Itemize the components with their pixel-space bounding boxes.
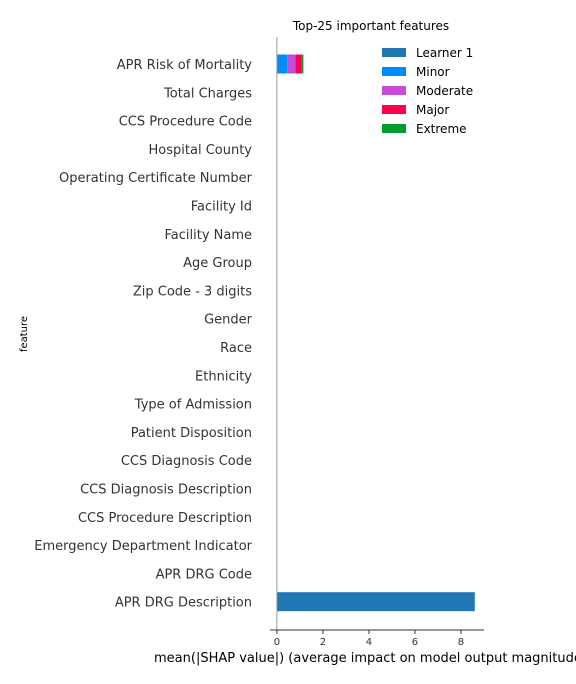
chart-title: Top-25 important features	[292, 19, 449, 33]
y-tick-label: APR DRG Code	[156, 567, 252, 582]
legend-swatch	[382, 67, 406, 76]
legend: Learner 1 Minor Moderate Major Extreme	[382, 46, 473, 136]
legend-swatch	[382, 48, 406, 57]
y-tick-label: Total Charges	[163, 86, 252, 101]
y-tick-label: Zip Code - 3 digits	[133, 284, 252, 299]
legend-label: Extreme	[416, 122, 467, 136]
x-axis-label: mean(|SHAP value|) (average impact on mo…	[154, 651, 576, 666]
y-tick-label: CCS Diagnosis Description	[80, 483, 252, 498]
x-tick-label: 6	[412, 637, 418, 648]
y-tick-label: Patient Disposition	[131, 426, 252, 441]
x-tick-label: 0	[274, 637, 280, 648]
y-tick-label: Type of Admission	[134, 398, 252, 413]
y-tick-label: Operating Certificate Number	[59, 171, 253, 186]
y-tick-label: CCS Procedure Code	[119, 115, 252, 130]
legend-swatch	[382, 124, 406, 133]
y-tick-label: Ethnicity	[195, 369, 252, 384]
legend-swatch	[382, 105, 406, 114]
x-tick-label: 4	[366, 637, 372, 648]
y-tick-label: APR Risk of Mortality	[117, 58, 253, 73]
legend-label: Moderate	[416, 84, 473, 98]
bar	[295, 54, 302, 74]
y-axis-label: feature	[19, 316, 30, 352]
shap-bar-chart: Top-25 important features feature mean(|…	[19, 19, 576, 666]
y-tick-label: Facility Id	[191, 200, 252, 215]
y-tick-label: CCS Diagnosis Code	[121, 454, 252, 469]
bar	[276, 592, 475, 612]
y-tick-label: APR DRG Description	[115, 596, 252, 611]
legend-label: Minor	[416, 65, 450, 79]
y-tick-label: Hospital County	[149, 143, 253, 158]
y-tick-label: Emergency Department Indicator	[34, 539, 252, 554]
bar	[276, 54, 288, 74]
x-tick-label: 8	[458, 637, 464, 648]
legend-label: Major	[416, 103, 449, 117]
x-tick-label: 2	[320, 637, 326, 648]
y-tick-label: Race	[220, 341, 252, 356]
y-tick-label: Facility Name	[164, 228, 252, 243]
bar	[287, 54, 296, 74]
y-tick-label: Gender	[204, 313, 253, 328]
y-tick-label: Age Group	[183, 256, 252, 271]
y-tick-label: CCS Procedure Description	[78, 511, 252, 526]
bar	[301, 54, 304, 74]
legend-label: Learner 1	[416, 46, 473, 60]
legend-swatch	[382, 86, 406, 95]
